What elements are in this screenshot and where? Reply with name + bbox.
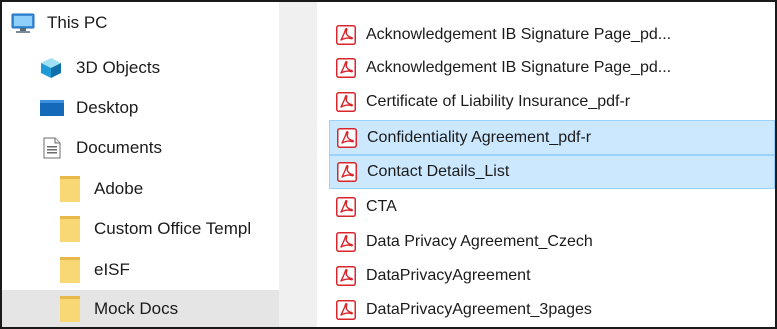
file-name: DataPrivacyAgreement_3pages bbox=[366, 300, 592, 318]
pdf-icon bbox=[336, 24, 356, 45]
folder-icon bbox=[60, 216, 80, 242]
nav-item-documents[interactable]: Documents bbox=[2, 128, 279, 168]
pdf-icon bbox=[336, 231, 356, 252]
pdf-icon bbox=[336, 265, 356, 286]
folder-icon bbox=[60, 176, 80, 202]
nav-item-label: 3D Objects bbox=[76, 58, 161, 77]
file-row[interactable]: Certificate of Liability Insurance_pdf-r bbox=[329, 86, 775, 117]
nav-item-3d-objects[interactable]: 3D Objects bbox=[2, 48, 279, 88]
nav-item-label: Adobe bbox=[94, 179, 144, 198]
navigation-scrollbar[interactable] bbox=[279, 2, 317, 327]
file-row[interactable]: Confidentiality Agreement_pdf-r bbox=[329, 120, 775, 155]
pdf-icon bbox=[337, 162, 357, 182]
file-name: Acknowledgement IB Signature Page_pd... bbox=[366, 25, 672, 43]
nav-item-label: eISF bbox=[94, 260, 130, 279]
pdf-icon bbox=[336, 299, 356, 320]
nav-item-label: Mock Docs bbox=[94, 298, 179, 318]
nav-item-adobe[interactable]: Adobe bbox=[2, 169, 279, 209]
file-name: CTA bbox=[366, 197, 397, 215]
file-name: Confidentiality Agreement_pdf-r bbox=[367, 128, 592, 146]
file-row[interactable]: Acknowledgement IB Signature Page_pd... bbox=[329, 19, 775, 50]
documents-icon bbox=[43, 137, 61, 159]
nav-item-label: Documents bbox=[76, 138, 162, 157]
navigation-pane: This PC 3D Objects Desktop Documents Ado… bbox=[2, 2, 279, 327]
nav-item-mock-docs[interactable]: Mock Docs bbox=[2, 290, 279, 327]
pdf-icon bbox=[337, 127, 357, 148]
file-row[interactable]: DataPrivacyAgreement_3pages bbox=[329, 294, 775, 325]
file-name: Certificate of Liability Insurance_pdf-r bbox=[366, 92, 631, 110]
file-row[interactable]: DataPrivacyAgreement bbox=[329, 260, 775, 291]
file-row[interactable]: Contact Details_List bbox=[329, 155, 775, 189]
nav-item-desktop[interactable]: Desktop bbox=[2, 88, 279, 128]
folder-icon bbox=[60, 257, 80, 283]
file-name: Contact Details_List bbox=[367, 163, 510, 180]
pdf-icon bbox=[336, 57, 356, 78]
file-list: Acknowledgement IB Signature Page_pd... … bbox=[317, 2, 775, 327]
pdf-icon bbox=[336, 91, 356, 112]
nav-item-this-pc[interactable]: This PC bbox=[2, 3, 279, 43]
file-row[interactable]: Data Privacy Agreement_Czech bbox=[329, 226, 775, 257]
folder-icon bbox=[60, 295, 80, 322]
file-row[interactable]: CTA bbox=[329, 191, 775, 222]
file-name: Data Privacy Agreement_Czech bbox=[366, 232, 593, 250]
file-row[interactable]: Acknowledgement IB Signature Page_pd... bbox=[329, 52, 775, 83]
3d-objects-icon bbox=[41, 58, 61, 78]
pdf-icon bbox=[336, 196, 356, 217]
nav-item-label: This PC bbox=[47, 13, 108, 32]
desktop-icon bbox=[40, 100, 64, 116]
nav-item-label: Custom Office Templ bbox=[94, 219, 252, 238]
nav-item-label: Desktop bbox=[76, 98, 139, 117]
nav-item-eisf[interactable]: eISF bbox=[2, 250, 279, 290]
file-explorer-window: This PC 3D Objects Desktop Documents Ado… bbox=[0, 0, 777, 329]
this-pc-icon bbox=[11, 13, 35, 33]
file-name: DataPrivacyAgreement bbox=[366, 266, 531, 284]
file-name: Acknowledgement IB Signature Page_pd... bbox=[366, 58, 672, 76]
nav-item-custom-office-templates[interactable]: Custom Office Templ bbox=[2, 209, 279, 249]
